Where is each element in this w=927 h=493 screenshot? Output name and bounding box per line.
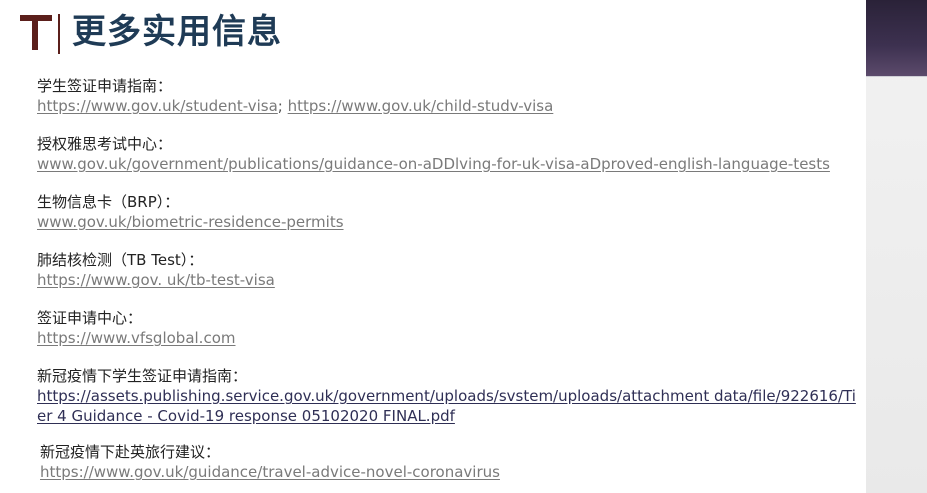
- item-label: 学生签证申请指南：: [37, 77, 173, 95]
- item-label: 授权雅思考试中心：: [37, 135, 173, 153]
- info-item-covid-travel-advice: 新冠疫情下赴英旅行建议： https://www.gov.uk/guidance…: [40, 442, 500, 482]
- link-row: https://www.gov.uk/student-visa ; https:…: [37, 96, 553, 116]
- covid-guidance-pdf-link[interactable]: https://assets.publishing.service.gov.uk…: [37, 386, 857, 426]
- title-block: 更多实用信息: [18, 8, 282, 56]
- info-item-visa-centre: 签证申请中心： https://www.vfsglobal.com: [37, 308, 236, 348]
- vfsglobal-link[interactable]: https://www.vfsglobal.com: [37, 328, 236, 348]
- item-label: 签证申请中心：: [37, 309, 143, 327]
- travel-advice-link[interactable]: https://www.gov.uk/guidance/travel-advic…: [40, 462, 500, 482]
- item-label: 新冠疫情下学生签证申请指南：: [37, 367, 248, 385]
- slide: 更多实用信息 学生签证申请指南： https://www.gov.uk/stud…: [0, 0, 866, 493]
- side-frame-header: [866, 0, 927, 77]
- info-item-covid-student-guide: 新冠疫情下学生签证申请指南： https://assets.publishing…: [37, 366, 857, 426]
- info-item-ielts-centres: 授权雅思考试中心： www.gov.uk/government/publicat…: [37, 134, 830, 174]
- item-label: 肺结核检测（TB Test）：: [37, 251, 204, 269]
- tb-test-link[interactable]: https://www.gov. uk/tb-test-visa: [37, 270, 275, 290]
- child-student-visa-link[interactable]: https://www.gov.uk/child-studv-visa: [288, 96, 554, 116]
- item-label: 生物信息卡（BRP）：: [37, 193, 180, 211]
- info-item-student-visa: 学生签证申请指南： https://www.gov.uk/student-vis…: [37, 76, 553, 116]
- info-item-tb-test: 肺结核检测（TB Test）： https://www.gov. uk/tb-t…: [37, 250, 275, 290]
- side-frame: [866, 0, 927, 493]
- brp-link[interactable]: www.gov.uk/biometric-residence-permits: [37, 212, 344, 232]
- page-title: 更多实用信息: [72, 12, 282, 52]
- item-label: 新冠疫情下赴英旅行建议：: [40, 443, 221, 461]
- ielts-guidance-link[interactable]: www.gov.uk/government/publications/guida…: [37, 154, 830, 174]
- student-visa-link[interactable]: https://www.gov.uk/student-visa: [37, 96, 278, 116]
- t-logo-icon: [18, 10, 60, 54]
- info-item-brp: 生物信息卡（BRP）： www.gov.uk/biometric-residen…: [37, 192, 344, 232]
